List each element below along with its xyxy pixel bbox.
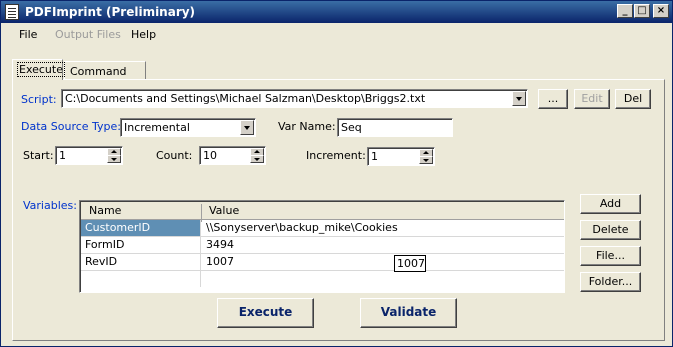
table-row[interactable]: CustomerID \\Sonyserver\backup_mike\Cook…	[81, 220, 564, 237]
cell-name[interactable]: RevID	[81, 254, 201, 270]
table-row[interactable]: RevID 1007	[81, 254, 564, 271]
script-combo[interactable]: C:\Documents and Settings\Michael Salzma…	[61, 89, 528, 108]
tab-command-line[interactable]: Command Line	[64, 61, 146, 91]
chevron-down-icon[interactable]	[512, 91, 526, 106]
increment-value: 1	[371, 150, 378, 163]
add-variable-button[interactable]: Add	[580, 194, 641, 214]
folder-variable-button[interactable]: Folder...	[580, 272, 641, 292]
script-value: C:\Documents and Settings\Michael Salzma…	[65, 92, 426, 105]
menu-file[interactable]: File	[19, 28, 37, 41]
spin-down-icon[interactable]	[250, 155, 264, 163]
file-variable-button[interactable]: File...	[580, 246, 641, 266]
spin-down-icon[interactable]	[419, 156, 433, 164]
cell-value[interactable]: \\Sonyserver\backup_mike\Cookies	[202, 220, 564, 236]
start-stepper[interactable]: 1	[55, 146, 123, 165]
var-name-label: Var Name:	[278, 120, 336, 133]
delete-script-button[interactable]: Del	[615, 89, 651, 109]
minimize-button[interactable]: _	[617, 4, 633, 18]
title-bar[interactable]: PDFImprint (Preliminary) _ □ ×	[1, 1, 672, 23]
cell-name-empty[interactable]	[81, 271, 201, 287]
table-row[interactable]: FormID 3494	[81, 237, 564, 254]
cell-tooltip: 1007	[394, 255, 426, 272]
cell-value-empty[interactable]	[202, 271, 564, 287]
start-spinner[interactable]	[107, 148, 121, 163]
tab-execute-label: Execute	[17, 62, 65, 77]
tab-execute[interactable]: Execute	[12, 59, 65, 80]
count-label: Count:	[156, 149, 193, 162]
start-label: Start:	[23, 149, 54, 162]
count-stepper[interactable]: 10	[199, 146, 266, 165]
cell-name[interactable]: CustomerID	[81, 220, 201, 236]
start-value: 1	[59, 149, 66, 162]
execute-button[interactable]: Execute	[217, 298, 314, 328]
delete-variable-button[interactable]: Delete	[580, 220, 641, 240]
count-value: 10	[203, 149, 217, 162]
cell-value[interactable]: 1007	[202, 254, 564, 270]
grid-header: Name Value	[81, 202, 564, 222]
table-row-empty[interactable]	[81, 271, 564, 288]
edit-script-button[interactable]: Edit	[574, 89, 610, 109]
app-document-icon	[5, 4, 19, 20]
increment-stepper[interactable]: 1	[367, 147, 435, 166]
close-button[interactable]: ×	[653, 4, 669, 18]
script-label: Script:	[21, 93, 57, 106]
menu-output-files[interactable]: Output Files	[55, 28, 121, 41]
variables-grid[interactable]: Name Value CustomerID \\Sonyserver\backu…	[79, 200, 565, 293]
menu-help[interactable]: Help	[131, 28, 156, 41]
var-name-input[interactable]: Seq	[337, 118, 453, 137]
count-spinner[interactable]	[250, 148, 264, 163]
cell-value[interactable]: 3494	[202, 237, 564, 253]
increment-spinner[interactable]	[419, 149, 433, 164]
spin-down-icon[interactable]	[107, 155, 121, 163]
cell-name[interactable]: FormID	[81, 237, 201, 253]
chevron-down-icon[interactable]	[240, 120, 254, 135]
column-header-name[interactable]: Name	[89, 204, 121, 217]
increment-label: Increment:	[306, 149, 366, 162]
data-source-type-label: Data Source Type:	[21, 120, 122, 133]
validate-button[interactable]: Validate	[360, 298, 457, 328]
variables-label: Variables:	[23, 199, 77, 212]
window-title: PDFImprint (Preliminary)	[25, 5, 196, 19]
app-window: PDFImprint (Preliminary) _ □ × File Outp…	[0, 0, 673, 347]
data-source-type-value: Incremental	[124, 121, 190, 134]
maximize-button[interactable]: □	[634, 4, 650, 18]
column-header-value[interactable]: Value	[209, 204, 239, 217]
data-source-type-select[interactable]: Incremental	[120, 118, 256, 137]
browse-script-button[interactable]: ...	[538, 89, 568, 109]
menu-bar: File Output Files Help	[2, 24, 672, 44]
